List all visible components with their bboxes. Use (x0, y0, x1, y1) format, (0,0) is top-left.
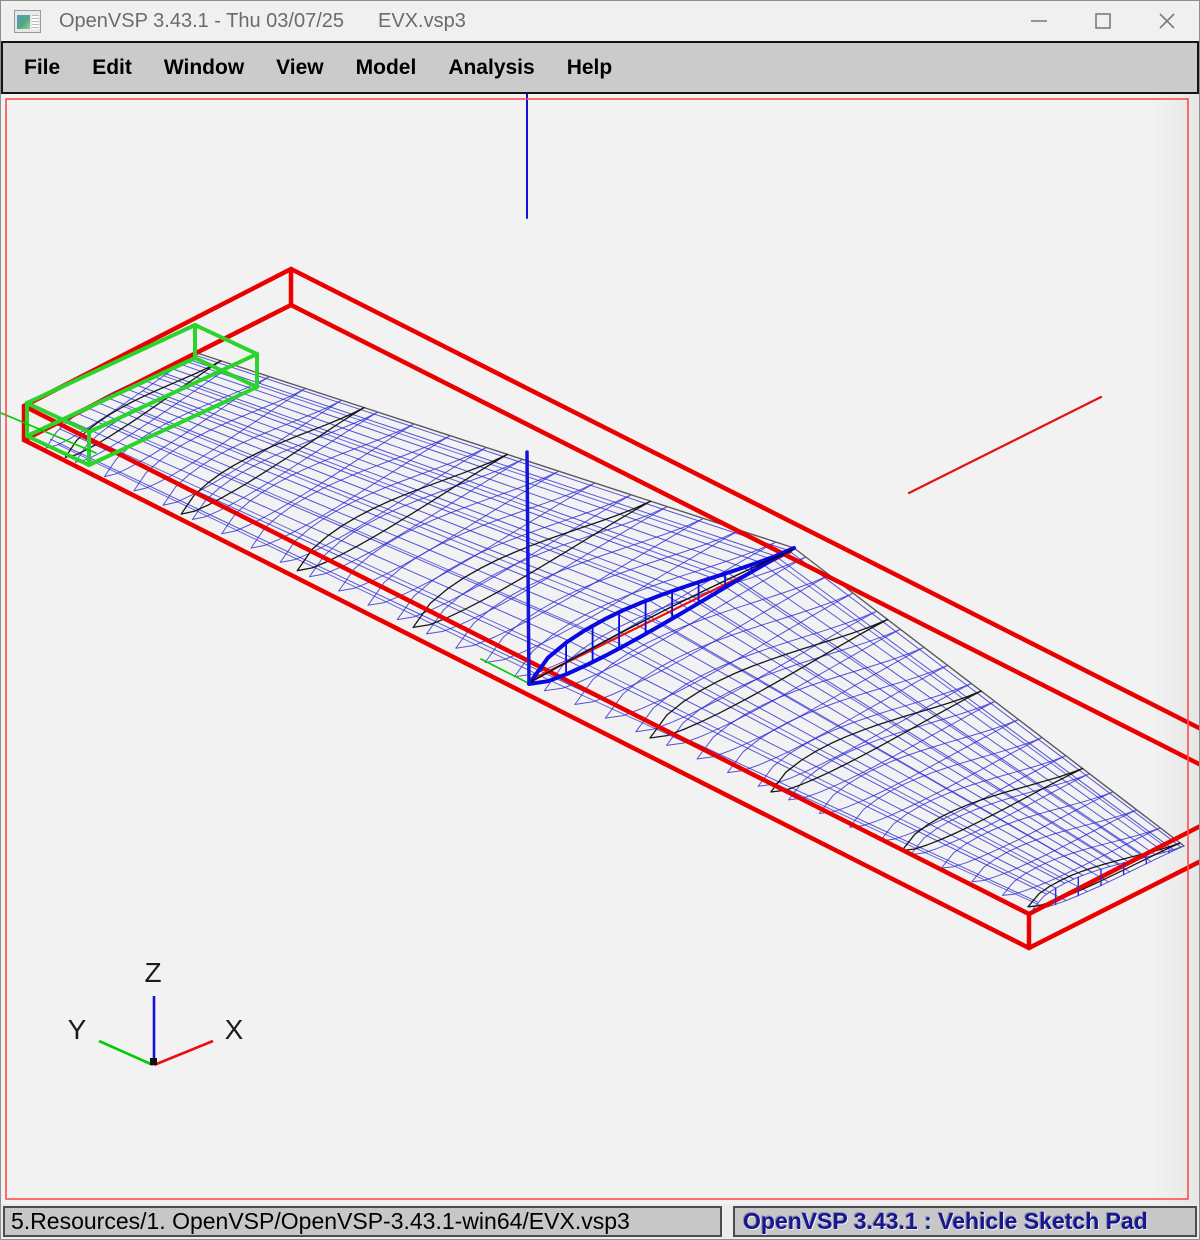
minimize-button[interactable] (1007, 1, 1071, 41)
wireframe-mesh (45, 352, 1185, 910)
view-border (5, 98, 1189, 1200)
menu-item-file[interactable]: File (8, 56, 76, 80)
menu-bar: File Edit Window View Model Analysis Hel… (1, 41, 1199, 94)
viewport-3d[interactable]: Z Y X (1, 94, 1199, 1204)
axis-triad: Z Y X (68, 957, 244, 1067)
maximize-button[interactable] (1071, 1, 1135, 41)
title-bar: OpenVSP 3.43.1 - Thu 03/07/25 EVX.vsp3 (1, 1, 1199, 41)
app-icon (14, 9, 41, 33)
menu-item-edit[interactable]: Edit (76, 56, 148, 80)
status-bar: 5.Resources/1. OpenVSP/OpenVSP-3.43.1-wi… (1, 1204, 1199, 1239)
window-title: OpenVSP 3.43.1 - Thu 03/07/25 (59, 9, 345, 32)
menu-item-window[interactable]: Window (148, 56, 260, 80)
close-button[interactable] (1135, 1, 1199, 41)
axis-label-y: Y (68, 1014, 87, 1045)
menu-item-help[interactable]: Help (551, 56, 629, 80)
axis-label-x: X (225, 1014, 244, 1045)
status-app-label-box: OpenVSP 3.43.1 : Vehicle Sketch Pad (733, 1206, 1197, 1237)
triad-origin-dot (150, 1058, 157, 1065)
close-icon (1159, 13, 1175, 29)
menu-item-model[interactable]: Model (340, 56, 433, 80)
status-app-label: OpenVSP 3.43.1 : Vehicle Sketch Pad (743, 1208, 1148, 1234)
window-filename: EVX.vsp3 (378, 9, 466, 32)
menu-item-view[interactable]: View (260, 56, 339, 80)
status-file-path-box: 5.Resources/1. OpenVSP/OpenVSP-3.43.1-wi… (3, 1206, 722, 1237)
axis-label-z: Z (144, 957, 161, 988)
maximize-icon (1095, 13, 1111, 29)
wing-wireframe-scene: Z Y X (1, 94, 1199, 1200)
menu-item-analysis[interactable]: Analysis (432, 56, 550, 80)
window-controls (1007, 1, 1199, 41)
minimize-icon (1031, 20, 1047, 22)
app-window: OpenVSP 3.43.1 - Thu 03/07/25 EVX.vsp3 F… (0, 0, 1200, 1240)
status-file-path: 5.Resources/1. OpenVSP/OpenVSP-3.43.1-wi… (11, 1208, 630, 1234)
